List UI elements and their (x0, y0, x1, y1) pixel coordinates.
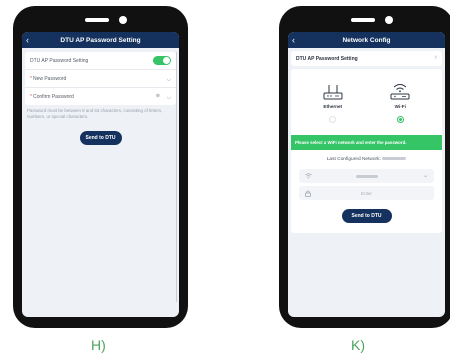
ap-password-toggle-row: DTU AP Password Setting (25, 52, 176, 70)
required-mark: * (30, 93, 32, 100)
wifi-network-select[interactable]: ⌄ (299, 169, 434, 183)
chevron-down-icon: ⌄ (422, 173, 428, 179)
nav-bar: ‹ DTU AP Password Setting (22, 32, 179, 48)
ap-password-card[interactable]: DTU AP Password Setting › (291, 51, 442, 66)
phone-right: ‹ Network Config DTU AP Password Setting… (279, 6, 450, 328)
camera (384, 16, 393, 24)
ap-password-row-label: DTU AP Password Setting (296, 55, 358, 62)
screen-right: ‹ Network Config DTU AP Password Setting… (288, 32, 445, 317)
required-mark: * (30, 75, 32, 82)
password-settings-card: DTU AP Password Setting * New Password ◡… (25, 52, 176, 105)
confirm-password-field[interactable]: * Confirm Password ⊗ ◡ (25, 88, 176, 105)
radio-wifi[interactable] (396, 116, 404, 123)
new-password-placeholder: New Password (32, 75, 67, 82)
new-password-field[interactable]: * New Password ◡ (25, 70, 176, 88)
ap-password-toggle[interactable] (153, 56, 171, 65)
lock-icon (305, 190, 311, 199)
page-title: DTU AP Password Setting (60, 36, 141, 44)
send-to-dtu-button[interactable]: Send to DTU (341, 209, 392, 223)
last-configured-network: Last Configured Network: (291, 150, 442, 166)
mode-wifi-label: Wi-Fi (394, 104, 406, 109)
scrollbar[interactable] (175, 52, 177, 302)
eye-closed-icon[interactable]: ◡ (167, 94, 171, 100)
clear-icon[interactable]: ⊗ (156, 93, 160, 99)
confirm-password-placeholder: Confirm Password (32, 93, 74, 100)
password-hint: Password must be between 8 and 63 charac… (27, 108, 163, 119)
phone-left: ‹ DTU AP Password Setting DTU AP Passwor… (13, 6, 188, 328)
mode-wifi[interactable]: Wi-Fi (375, 83, 425, 123)
caption-k: K) (351, 337, 365, 353)
nav-bar: ‹ Network Config (288, 32, 445, 48)
mode-ethernet[interactable]: Ethernet (308, 83, 358, 123)
network-config-card: Ethernet Wi-Fi Please select a WiFi netw… (291, 69, 442, 233)
redacted-network-name (382, 157, 407, 161)
connection-mode-selector: Ethernet Wi-Fi (291, 69, 442, 129)
redacted-ssid (355, 174, 378, 178)
toggle-knob (163, 57, 170, 64)
wifi-router-icon (390, 84, 410, 100)
chevron-left-icon[interactable]: ‹ (292, 32, 295, 48)
ap-password-row[interactable]: DTU AP Password Setting › (291, 51, 442, 66)
chevron-left-icon[interactable]: ‹ (26, 32, 29, 48)
mode-ethernet-label: Ethernet (323, 104, 343, 109)
radio-ethernet[interactable] (329, 116, 337, 123)
send-to-dtu-button[interactable]: Send to DTU (79, 131, 122, 146)
screen-left: ‹ DTU AP Password Setting DTU AP Passwor… (22, 32, 179, 317)
toggle-label: DTU AP Password Setting (30, 57, 89, 64)
wifi-password-input[interactable]: Enter (299, 186, 434, 200)
caption-h: H) (91, 337, 106, 353)
speaker (350, 18, 375, 22)
camera (118, 16, 127, 24)
router-icon (323, 85, 343, 100)
chevron-right-icon: › (434, 54, 437, 61)
wifi-instruction-banner: Please select a WiFi network and enter t… (291, 135, 442, 150)
eye-closed-icon[interactable]: ◡ (167, 76, 171, 82)
last-configured-label: Last Configured Network: (326, 157, 381, 162)
page-title: Network Config (342, 36, 391, 44)
password-placeholder: Enter (361, 190, 372, 196)
wifi-icon (305, 173, 312, 181)
speaker (84, 18, 109, 22)
